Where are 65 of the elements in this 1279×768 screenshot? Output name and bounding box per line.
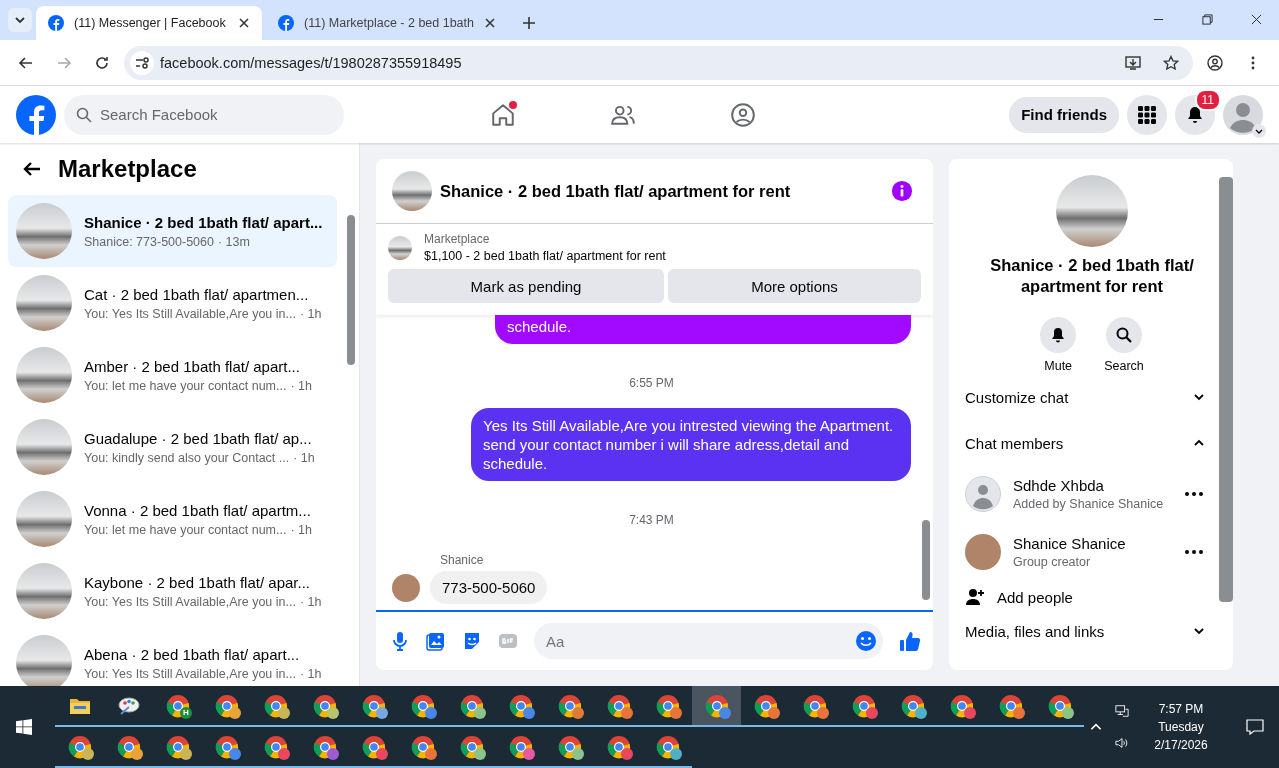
message-preview: You: Yes Its Still Available,Are you in... [84,666,296,681]
conversation-item[interactable]: Guadalupe · 2 bed 1bath flat/ ap... You: kindly send also your Contact ... · 1h [8,411,337,483]
conversation-name: Shanice · 2 bed 1bath flat/ apartment for rent [989,255,1195,297]
tab-title: (11) Marketplace - 2 bed 1bath [304,16,474,30]
taskbar-app[interactable]: H [153,686,202,727]
message-preview: You: kindly send also your Contact ... [84,450,290,465]
message-preview: You: let me have your contact num... [84,522,287,537]
member-role: Added by Shanice Shanice [1013,497,1165,511]
conversation-title: Guadalupe · 2 bed 1bath flat/ ap... [84,429,313,447]
message-time: · 1h [293,450,315,465]
conversation-title: Abena · 2 bed 1bath flat/ apart... [84,645,301,663]
conversation-title: Shanice · 2 bed 1bath flat/ apart... [84,213,323,231]
address-bar[interactable]: facebook.com/messages/t/1980287355918495 [124,45,1193,80]
add-people-button[interactable]: Add people [965,581,1219,613]
message-time: · 1h [290,522,312,537]
conversation-item[interactable]: Amber · 2 bed 1bath flat/ apart... You: let me have your contact num... · 1h [8,339,337,411]
member-name: Shanice Shanice [1013,535,1127,552]
section-header[interactable]: Media, files and links [965,617,1219,645]
sender-name: Shanice [440,553,485,567]
conversation-item[interactable]: Kaybone · 2 bed 1bath flat/ apar... You: Yes Its Still Available,Are you in... · 1h [8,555,337,627]
clock-date: 2/17/2026 [1154,738,1208,752]
listing-action-button[interactable]: More options [668,269,921,303]
find-friends-button[interactable]: Find friends [1009,96,1119,133]
action-label: Search [1104,359,1144,373]
clock-day: Tuesday [1158,720,1204,734]
message-time: · 1h [290,378,312,393]
profile-badge: H [180,707,192,719]
message-time: · 13m [217,234,250,249]
member-name: Sdhde Xhbda [1013,477,1105,494]
url-text: facebook.com/messages/t/1980287355918495 [160,54,462,71]
page-title: Marketplace [58,155,197,183]
clock-time: 7:57 PM [1158,702,1204,716]
conversation-title: Cat · 2 bed 1bath flat/ apartmen... [84,285,310,303]
conversation-item[interactable]: Cat · 2 bed 1bath flat/ apartmen... You: Yes Its Still Available,Are you in... · 1h [8,267,337,339]
message-time: · 1h [299,306,322,321]
sent-message: Yes Its Still Available,Are you intrested viewing the Apartment. send your contact number i will share adress,detail and schedule. [471,408,911,481]
tab-title: (11) Messenger | Facebook [74,16,227,30]
conversation-item[interactable]: Shanice · 2 bed 1bath flat/ apart... Shanice: 773-500-5060 · 13m [8,195,337,267]
notification-count: 11 [1194,88,1221,111]
conversation-item[interactable]: Vonna · 2 bed 1bath flat/ apartm... You: let me have your contact num... · 1h [8,483,337,555]
conversation-title: Vonna · 2 bed 1bath flat/ apartm... [84,501,312,519]
message-time: · 1h [299,666,322,681]
message-preview: You: let me have your contact num... [84,378,287,393]
received-message: 773-500-5060 [430,571,548,604]
listing-source: Marketplace [424,232,491,246]
section-header[interactable]: Chat members [965,421,1219,465]
browser-tab[interactable]: (11) Messenger | Facebook [36,6,262,40]
conversation-title: Amber · 2 bed 1bath flat/ apart... [84,357,301,375]
sent-message: schedule. [495,315,911,344]
member-role: Group creator [1013,555,1092,569]
message-input[interactable]: Aa [534,623,883,659]
chat-title: Shanice · 2 bed 1bath flat/ apartment for rent [440,181,791,201]
listing-description: $1,100 - 2 bed 1bath flat/ apartment for rent [424,249,666,263]
timestamp: 6:55 PM [629,376,674,390]
timestamp: 7:43 PM [629,513,674,527]
browser-tab[interactable]: (11) Marketplace - 2 bed 1bath [266,6,508,40]
action-label: Mute [1044,359,1073,373]
message-preview: Shanice: 773-500-5060 [84,234,214,249]
search-field[interactable]: Search Facebook [64,94,344,135]
listing-action-button[interactable]: Mark as pending [388,269,664,303]
message-preview: You: Yes Its Still Available,Are you in... [84,306,296,321]
section-header[interactable]: Customize chat [965,375,1219,419]
message-preview: You: Yes Its Still Available,Are you in... [84,594,296,609]
conversation-title: Kaybone · 2 bed 1bath flat/ apar... [84,573,311,591]
message-time: · 1h [299,594,322,609]
